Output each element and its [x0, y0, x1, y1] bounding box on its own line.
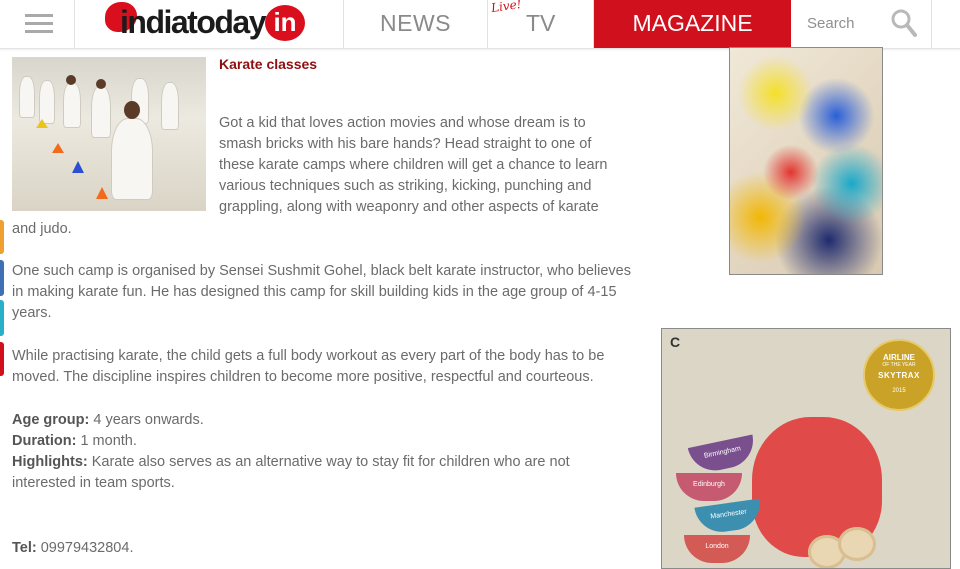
article-paragraph-1-line: grappling, along with weaponry and other…: [219, 199, 599, 215]
nav-magazine[interactable]: MAGAZINE: [594, 0, 791, 48]
contact-telephone: Tel: 09979432804.: [12, 538, 133, 559]
menu-icon-bar: [25, 22, 53, 25]
badge-line-2: OF THE YEAR: [882, 362, 916, 368]
side-marker: [0, 260, 4, 296]
tel-label: Tel:: [12, 540, 37, 556]
tel-value[interactable]: 09979432804.: [37, 540, 134, 556]
article-paragraph-3: While practising karate, the child gets …: [12, 348, 605, 385]
duration-value: 1 month.: [76, 433, 137, 449]
highlights-value: Karate also serves as an alternative way…: [12, 454, 570, 491]
badge-line-3: SKYTRAX: [878, 371, 920, 380]
article-paragraph-1-line: Got a kid that loves action movies and w…: [219, 115, 586, 131]
menu-icon-bar: [25, 30, 53, 33]
article-paragraph-1-line: various techniques such as striking, kic…: [219, 178, 592, 194]
article-paragraph-1-tail: and judo.: [12, 221, 72, 237]
nav-news[interactable]: NEWS: [344, 0, 488, 48]
airline-advertisement[interactable]: C AIRLINE OF THE YEAR SKYTRAX 2015 Birmi…: [661, 328, 951, 569]
article-details: Age group: 4 years onwards. Duration: 1 …: [12, 410, 612, 494]
search-input[interactable]: Search: [807, 15, 855, 32]
detail-age-group: Age group: 4 years onwards.: [12, 410, 612, 431]
duration-label: Duration:: [12, 433, 77, 449]
article-paragraph-1-line: these karate camps where children will g…: [219, 157, 608, 173]
side-marker: [0, 342, 4, 376]
badge-line-1: AIRLINE: [883, 353, 915, 362]
badge-line-4: 2015: [892, 388, 906, 394]
top-navigation-bar: indiatoday in NEWS Live! TV MAGAZINE Sea…: [0, 0, 960, 49]
cookie-image: [838, 527, 876, 561]
cup-edinburgh: Edinburgh: [676, 473, 742, 501]
side-marker: [0, 300, 4, 336]
article-paragraph-1-line: smash bricks with his bare hands? Head s…: [219, 136, 592, 152]
side-marker: [0, 220, 4, 254]
nav-tv[interactable]: Live! TV: [488, 0, 594, 48]
skytrax-award-badge: AIRLINE OF THE YEAR SKYTRAX 2015: [863, 339, 935, 411]
ad-choices-icon[interactable]: C: [670, 334, 680, 350]
menu-icon: [25, 14, 53, 17]
search-icon[interactable]: [891, 8, 917, 38]
cup-manchester: Manchester: [694, 498, 764, 536]
hamburger-menu-button[interactable]: [0, 0, 75, 48]
logo-text: indiatoday: [120, 4, 267, 40]
abstract-art-advertisement[interactable]: [729, 47, 883, 275]
site-logo[interactable]: indiatoday in: [75, 0, 344, 48]
nav-tv-label: TV: [526, 10, 556, 36]
article-title: Karate classes: [219, 56, 318, 72]
search-box[interactable]: Search: [791, 0, 932, 48]
highlights-label: Highlights:: [12, 454, 88, 470]
detail-highlights: Highlights: Karate also serves as an alt…: [12, 452, 612, 494]
age-group-value: 4 years onwards.: [89, 412, 204, 428]
cup-london: London: [684, 535, 750, 563]
article-paragraph-2: One such camp is organised by Sensei Sus…: [12, 263, 631, 321]
live-badge: Live!: [490, 0, 523, 16]
karate-class-photo: [12, 57, 206, 211]
cup-birmingham: Birmingham: [687, 434, 759, 476]
logo-suffix: in: [265, 5, 305, 41]
detail-duration: Duration: 1 month.: [12, 431, 612, 452]
age-group-label: Age group:: [12, 412, 90, 428]
